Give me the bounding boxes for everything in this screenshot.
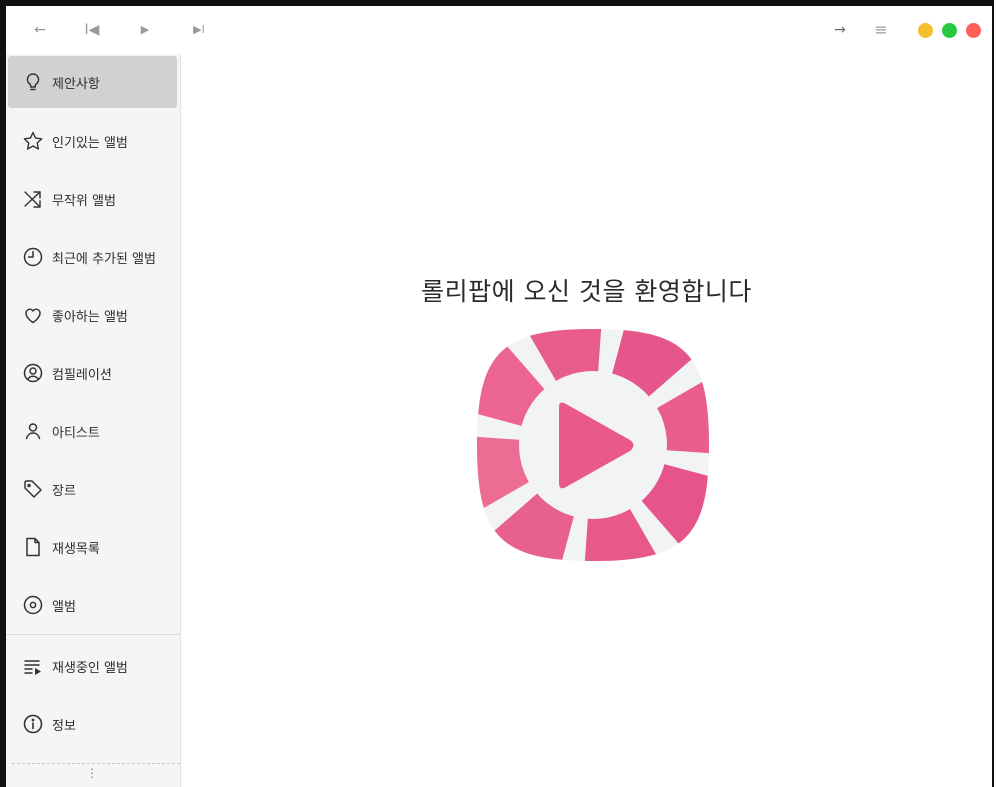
sidebar-item-compilations[interactable]: 컴필레이션 <box>8 347 177 399</box>
menu-button[interactable]: ≡ <box>869 18 893 42</box>
sidebar-item-label: 좋아하는 앨범 <box>52 309 128 325</box>
minimize-button[interactable] <box>918 23 933 38</box>
previous-track-button[interactable]: I◀ <box>79 18 105 42</box>
sidebar-item-label: 앨범 <box>52 599 76 615</box>
queue-playing-icon <box>22 655 44 677</box>
lollypop-logo-icon <box>473 325 713 565</box>
sidebar: 제안사항 인기있는 앨범 무작위 앨범 최근에 추가된 앨범 좋아하는 앨범 컴… <box>6 54 181 787</box>
sidebar-item-label: 장르 <box>52 483 76 499</box>
sidebar-item-info[interactable]: 정보 <box>8 698 177 750</box>
welcome-title: 롤리팝에 오신 것을 환영합니다 <box>421 277 752 306</box>
sidebar-item-popular-albums[interactable]: 인기있는 앨범 <box>8 115 177 167</box>
sidebar-item-artists[interactable]: 아티스트 <box>8 405 177 457</box>
more-options-icon[interactable]: ⋮ <box>84 766 100 780</box>
next-track-button[interactable]: ▶I <box>186 18 212 42</box>
sidebar-item-label: 재생목록 <box>52 541 100 557</box>
sidebar-item-now-playing-album[interactable]: 재생중인 앨범 <box>8 640 177 692</box>
disc-icon <box>22 594 44 616</box>
sidebar-item-label: 무작위 앨범 <box>52 193 116 209</box>
star-icon <box>22 130 44 152</box>
sidebar-item-playlists[interactable]: 재생목록 <box>8 521 177 573</box>
info-icon <box>22 713 44 735</box>
play-button[interactable]: ▶ <box>134 18 156 42</box>
shuffle-icon <box>22 188 44 210</box>
sidebar-separator <box>6 634 180 635</box>
forward-button[interactable]: → <box>828 18 852 42</box>
sidebar-item-genres[interactable]: 장르 <box>8 463 177 515</box>
sidebar-item-random-albums[interactable]: 무작위 앨범 <box>8 173 177 225</box>
close-button[interactable] <box>966 23 981 38</box>
back-button[interactable]: ← <box>28 18 52 42</box>
sidebar-item-loved-albums[interactable]: 좋아하는 앨범 <box>8 289 177 341</box>
sidebar-item-label: 컴필레이션 <box>52 367 112 383</box>
lightbulb-icon <box>22 71 44 93</box>
sidebar-item-label: 재생중인 앨범 <box>52 660 128 676</box>
sidebar-item-recently-added[interactable]: 최근에 추가된 앨범 <box>8 231 177 283</box>
clock-icon <box>22 246 44 268</box>
app-window: ← I◀ ▶ ▶I → ≡ 제안사항 인기있는 앨범 무작위 앨범 최근에 추가… <box>0 0 994 787</box>
sidebar-divider <box>12 763 180 764</box>
sidebar-item-label: 아티스트 <box>52 425 100 441</box>
sidebar-item-label: 정보 <box>52 718 76 734</box>
sidebar-item-label: 최근에 추가된 앨범 <box>52 251 156 267</box>
maximize-button[interactable] <box>942 23 957 38</box>
heart-icon <box>22 304 44 326</box>
compilation-icon <box>22 362 44 384</box>
header-bar: ← I◀ ▶ ▶I → ≡ <box>6 6 992 55</box>
sidebar-item-label: 인기있는 앨범 <box>52 135 128 151</box>
sidebar-item-label: 제안사항 <box>52 76 100 92</box>
main-view: 롤리팝에 오신 것을 환영합니다 <box>181 54 992 787</box>
sidebar-item-suggestions[interactable]: 제안사항 <box>8 56 177 108</box>
person-icon <box>22 420 44 442</box>
sidebar-item-albums[interactable]: 앨범 <box>8 579 177 631</box>
tag-icon <box>22 478 44 500</box>
document-icon <box>22 536 44 558</box>
